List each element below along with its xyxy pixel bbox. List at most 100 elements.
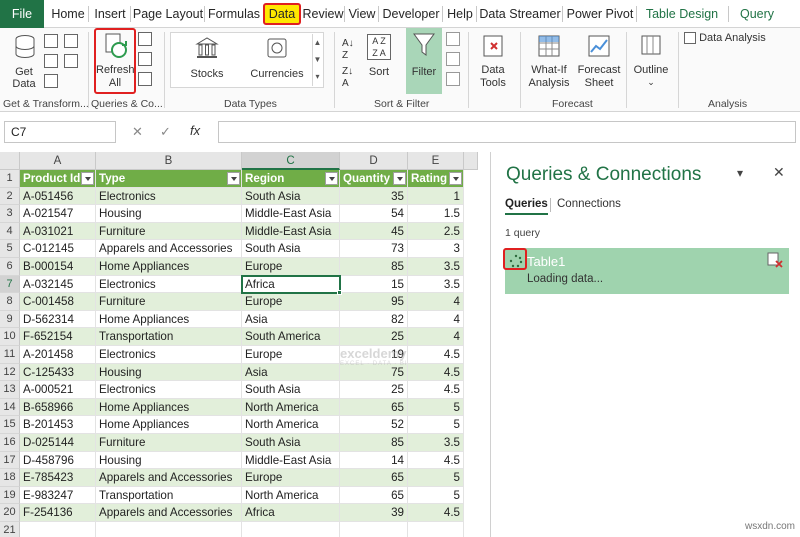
table-cell[interactable]: 3.5 — [408, 258, 464, 276]
table-cell[interactable]: B-000154 — [20, 258, 96, 276]
what-if-analysis-button[interactable]: What-If Analysis — [524, 32, 574, 92]
table-cell[interactable]: North America — [242, 398, 340, 417]
worksheet-grid[interactable]: A B C D E 1 2 3 4 5 6 7 8 9 10 11 12 13 14 15 16 17 18 19 20 21 Pr… — [0, 152, 478, 537]
table-cell[interactable]: 73 — [340, 240, 408, 258]
table-cell[interactable]: A-051456 — [20, 187, 96, 206]
table-cell[interactable]: Home Appliances — [96, 416, 242, 434]
table-cell[interactable]: E-983247 — [20, 486, 96, 505]
tab-queries[interactable]: Queries — [505, 198, 548, 215]
empty-cell[interactable] — [20, 522, 96, 537]
row-header[interactable]: 9 — [0, 310, 20, 329]
data-tools-button[interactable]: Data Tools — [474, 32, 512, 92]
table-header-cell[interactable]: Product Id — [20, 170, 96, 188]
table-cell[interactable]: South Asia — [242, 434, 340, 452]
table-cell[interactable]: South Asia — [242, 381, 340, 399]
table-cell[interactable]: 35 — [340, 187, 408, 206]
select-all-corner[interactable] — [0, 152, 20, 170]
row-header[interactable]: 12 — [0, 363, 20, 382]
table-cell[interactable]: B-658966 — [20, 398, 96, 417]
filter-button[interactable]: Filter — [406, 28, 442, 94]
from-text-icon[interactable] — [44, 34, 58, 48]
column-header-c[interactable]: C — [242, 152, 340, 170]
table-cell[interactable]: F-254136 — [20, 504, 96, 522]
row-header[interactable]: 20 — [0, 504, 20, 522]
row-header[interactable]: 7 — [0, 275, 20, 294]
table-cell[interactable]: 39 — [340, 504, 408, 522]
table-cell[interactable]: South Asia — [242, 240, 340, 258]
table-cell[interactable]: 82 — [340, 310, 408, 329]
table-cell[interactable]: Housing — [96, 205, 242, 223]
advanced-filter-icon[interactable] — [446, 72, 460, 86]
query-item[interactable]: Table1 Loading data... — [505, 248, 789, 294]
tab-connections[interactable]: Connections — [557, 198, 621, 210]
table-cell[interactable]: B-201453 — [20, 416, 96, 434]
from-table-icon[interactable] — [44, 54, 58, 68]
properties-icon[interactable] — [138, 52, 152, 66]
table-header-cell[interactable]: Type — [96, 170, 242, 188]
table-cell[interactable]: Transportation — [96, 328, 242, 346]
column-header-f[interactable] — [464, 152, 478, 170]
menu-table-design[interactable]: Table Design — [640, 0, 724, 28]
row-header[interactable]: 19 — [0, 486, 20, 505]
edit-links-icon[interactable] — [138, 72, 152, 86]
table-cell[interactable]: 65 — [340, 398, 408, 417]
table-cell[interactable]: Middle-East Asia — [242, 222, 340, 241]
table-cell[interactable]: 15 — [340, 275, 408, 294]
menu-insert[interactable]: Insert — [90, 0, 130, 28]
column-header-b[interactable]: B — [96, 152, 242, 170]
cancel-refresh-icon[interactable] — [767, 252, 783, 268]
enter-icon[interactable]: ✓ — [160, 124, 171, 140]
menu-view[interactable]: View — [346, 0, 378, 28]
table-cell[interactable]: 2.5 — [408, 222, 464, 241]
column-header-d[interactable]: D — [340, 152, 408, 170]
table-cell[interactable]: A-201458 — [20, 346, 96, 364]
menu-page-layout[interactable]: Page Layout — [132, 0, 204, 28]
table-cell[interactable]: Middle-East Asia — [242, 451, 340, 470]
table-cell[interactable]: Home Appliances — [96, 310, 242, 329]
data-analysis-button[interactable]: Data Analysis — [684, 32, 794, 48]
table-cell[interactable]: Europe — [242, 469, 340, 487]
menu-data-streamer[interactable]: Data Streamer — [478, 0, 562, 28]
menu-review[interactable]: Review — [302, 0, 344, 28]
filter-dropdown-icon[interactable] — [81, 172, 94, 185]
table-cell[interactable]: 4.5 — [408, 363, 464, 382]
table-cell[interactable]: 1.5 — [408, 205, 464, 223]
table-cell[interactable]: South Asia — [242, 187, 340, 206]
row-header[interactable]: 4 — [0, 222, 20, 241]
table-cell[interactable]: 4.5 — [408, 381, 464, 399]
table-cell[interactable]: Housing — [96, 451, 242, 470]
row-header[interactable]: 1 — [0, 170, 20, 188]
table-cell[interactable]: 3.5 — [408, 434, 464, 452]
table-cell[interactable]: 5 — [408, 469, 464, 487]
table-cell[interactable]: 5 — [408, 398, 464, 417]
table-cell[interactable]: 4.5 — [408, 346, 464, 364]
fill-handle[interactable] — [337, 290, 342, 296]
table-cell[interactable]: C-125433 — [20, 363, 96, 382]
forecast-sheet-button[interactable]: Forecast Sheet — [576, 32, 622, 92]
table-cell[interactable]: 14 — [340, 451, 408, 470]
row-header[interactable]: 14 — [0, 398, 20, 417]
table-cell[interactable]: 25 — [340, 381, 408, 399]
table-cell[interactable]: 5 — [408, 486, 464, 505]
table-cell[interactable]: Home Appliances — [96, 258, 242, 276]
table-cell[interactable]: Furniture — [96, 434, 242, 452]
row-header[interactable]: 21 — [0, 522, 20, 537]
outline-button[interactable]: Outline ⌄ — [630, 32, 672, 92]
table-cell[interactable]: 85 — [340, 258, 408, 276]
clear-filter-icon[interactable] — [446, 32, 460, 46]
table-cell[interactable]: Asia — [242, 310, 340, 329]
row-header[interactable]: 16 — [0, 434, 20, 452]
table-cell[interactable]: 4 — [408, 293, 464, 311]
table-cell[interactable]: North America — [242, 486, 340, 505]
row-header[interactable]: 8 — [0, 293, 20, 311]
table-cell[interactable]: Europe — [242, 258, 340, 276]
table-cell[interactable]: 5 — [408, 416, 464, 434]
menu-query[interactable]: Query — [734, 0, 780, 28]
table-cell[interactable]: F-652154 — [20, 328, 96, 346]
table-cell[interactable]: E-785423 — [20, 469, 96, 487]
table-cell[interactable]: Housing — [96, 363, 242, 382]
gallery-scroll[interactable]: ▲ ▼ ▾ — [312, 34, 322, 86]
empty-cell[interactable] — [96, 522, 242, 537]
table-cell[interactable]: 95 — [340, 293, 408, 311]
table-cell[interactable]: Electronics — [96, 346, 242, 364]
